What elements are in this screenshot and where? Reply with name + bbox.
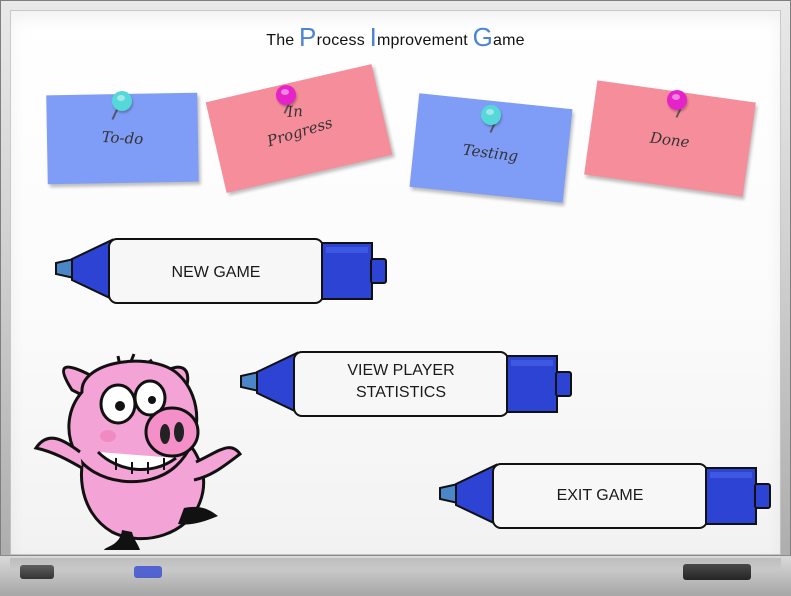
new-game-button[interactable]: NEW GAME: [50, 235, 390, 307]
new-game-label: NEW GAME: [171, 264, 261, 281]
exit-game-button[interactable]: EXIT GAME: [434, 460, 774, 532]
note-testing-label: Testing: [461, 140, 520, 166]
note-done-label: Done: [649, 128, 691, 152]
view-player-statistics-label: VIEW PLAYER STATISTICS: [347, 362, 455, 401]
note-todo-label: To-do: [101, 127, 144, 149]
pig-illustration: [33, 353, 243, 550]
view-player-statistics-button[interactable]: VIEW PLAYER STATISTICS: [235, 348, 575, 420]
exit-game-label: EXIT GAME: [556, 487, 644, 504]
pin-icon-in-progress: [276, 85, 296, 105]
tray-shadow: [10, 558, 781, 570]
pin-icon-todo: [112, 91, 132, 111]
marker-small: [134, 566, 162, 578]
game-title: The Process Improvement Game: [266, 22, 525, 52]
pin-icon-testing: [481, 105, 501, 125]
eraser-left: [20, 565, 54, 579]
pin-icon-done: [667, 90, 687, 110]
eraser-right: [683, 564, 751, 580]
pig-icon: [33, 353, 243, 550]
